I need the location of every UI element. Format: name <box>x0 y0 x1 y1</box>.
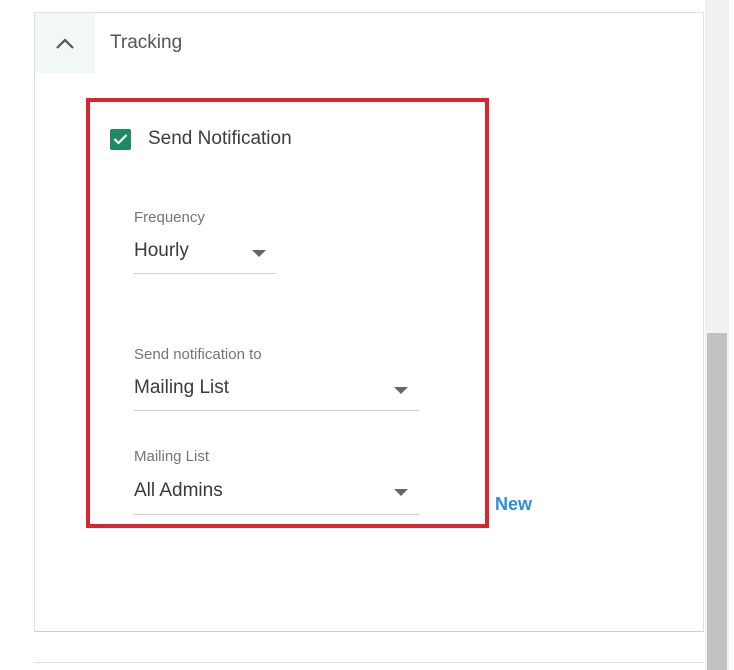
send-to-label: Send notification to <box>134 346 262 363</box>
section-title: Tracking <box>110 32 183 53</box>
chevron-down-icon <box>252 250 266 257</box>
chevron-up-icon <box>56 38 74 49</box>
send-to-value: Mailing List <box>134 377 230 398</box>
send-notification-label: Send Notification <box>148 128 292 149</box>
collapse-button[interactable] <box>35 13 95 73</box>
chevron-down-icon <box>394 489 408 496</box>
mailing-list-value: All Admins <box>134 480 223 501</box>
frequency-select[interactable]: Hourly <box>134 240 276 274</box>
checkmark-icon <box>113 134 128 145</box>
frequency-value: Hourly <box>134 240 189 261</box>
chevron-down-icon <box>394 387 408 394</box>
send-notification-checkbox[interactable] <box>110 128 131 150</box>
panel-header: Tracking <box>35 13 703 73</box>
frequency-label: Frequency <box>134 209 205 226</box>
divider <box>34 662 704 663</box>
mailing-list-label: Mailing List <box>134 448 210 465</box>
scrollbar-thumb[interactable] <box>707 333 727 670</box>
mailing-list-select[interactable]: All Admins <box>134 480 419 515</box>
new-mailing-list-link[interactable]: New <box>495 494 532 515</box>
send-to-select[interactable]: Mailing List <box>134 377 419 411</box>
page: Tracking Send Notification Frequency Hou… <box>0 0 734 670</box>
send-notification-row[interactable]: Send Notification <box>110 128 292 150</box>
